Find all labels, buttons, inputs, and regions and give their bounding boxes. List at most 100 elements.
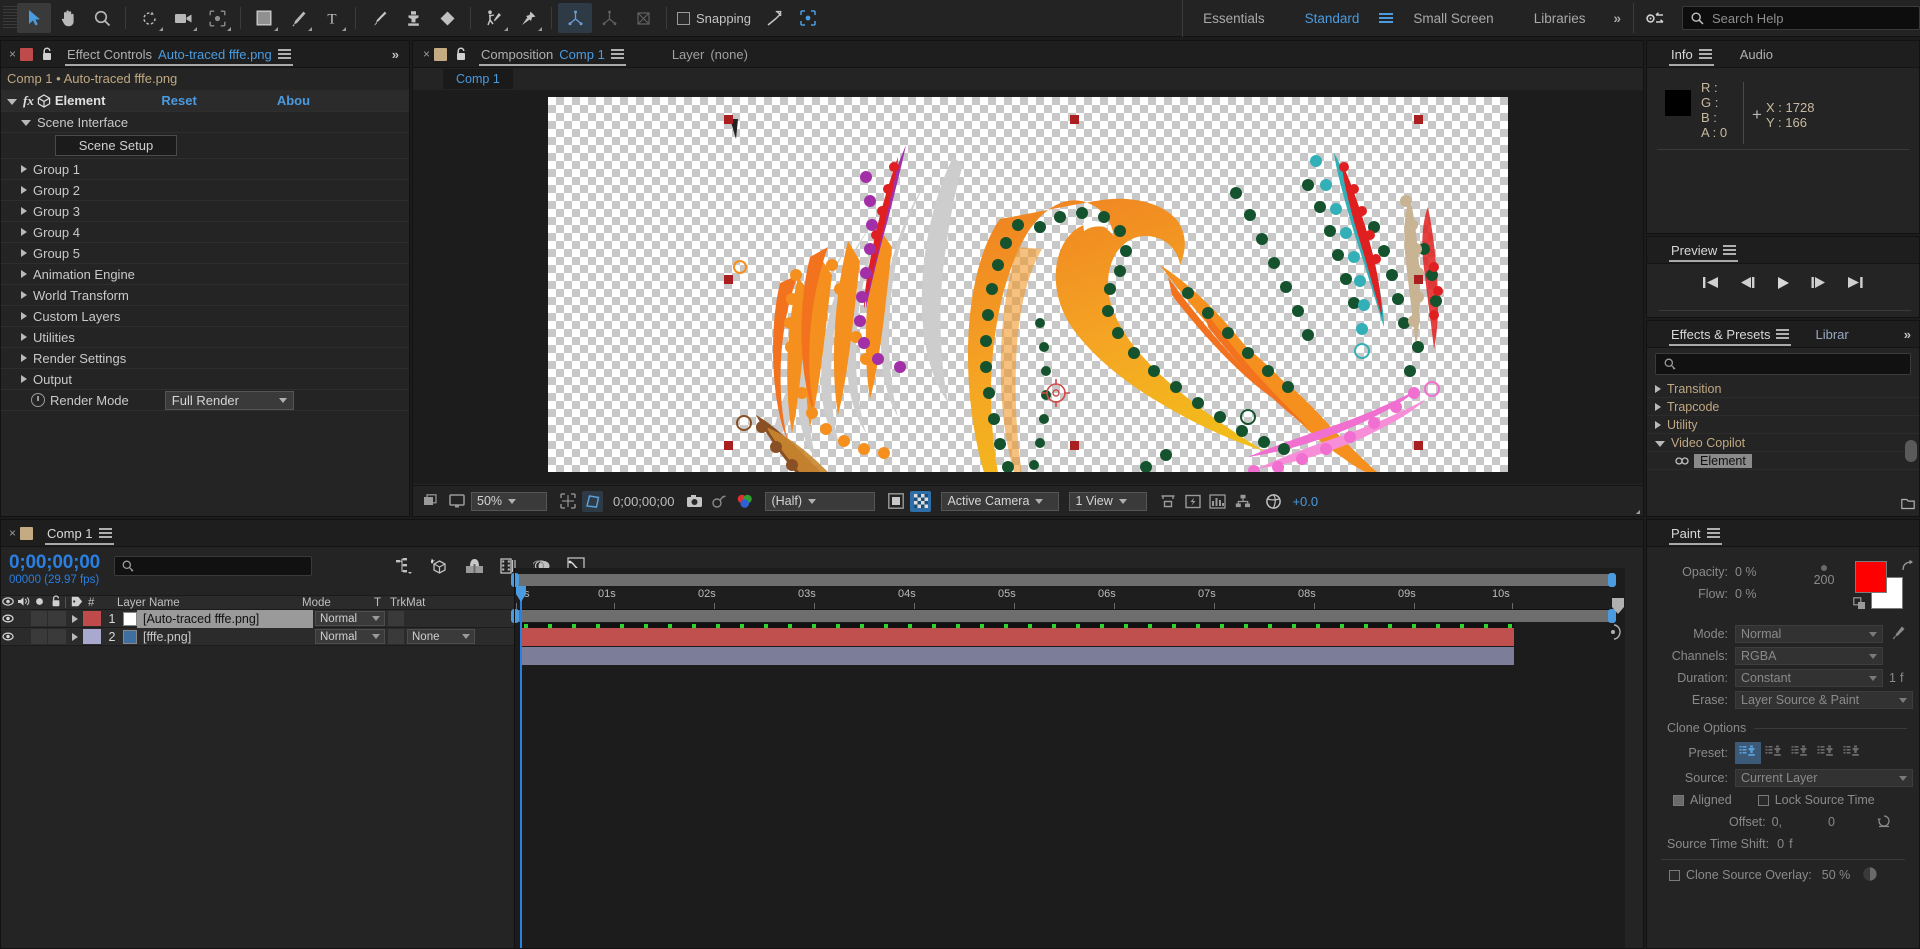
snap-bounds-icon[interactable] bbox=[791, 3, 825, 33]
table-row[interactable]: 2 [fffe.png] Normal None bbox=[1, 628, 514, 646]
previous-frame-button[interactable] bbox=[1739, 276, 1756, 293]
layer-trkmat-dropdown[interactable]: None bbox=[407, 629, 475, 644]
layer-video-toggle[interactable] bbox=[1, 612, 15, 626]
search-help-input[interactable]: Search Help bbox=[1682, 6, 1920, 30]
utilities-row[interactable]: Utilities bbox=[1, 327, 409, 348]
work-area-bar[interactable] bbox=[511, 609, 1616, 623]
layer-name[interactable]: [fffe.png] bbox=[137, 630, 313, 644]
disclosure-triangle-open-icon[interactable] bbox=[21, 120, 31, 126]
column-t[interactable]: T bbox=[374, 597, 390, 609]
always-preview-icon[interactable] bbox=[421, 491, 442, 512]
close-icon[interactable]: × bbox=[9, 47, 16, 61]
hand-tool[interactable] bbox=[51, 3, 85, 33]
clone-source-overlay-checkbox[interactable] bbox=[1669, 869, 1680, 881]
tab-timeline-comp[interactable]: Comp 1 bbox=[41, 520, 118, 547]
selection-handle[interactable] bbox=[1414, 441, 1423, 450]
hide-shy-layers-icon[interactable] bbox=[465, 558, 484, 577]
disclosure-triangle-icon[interactable] bbox=[1655, 384, 1661, 393]
disclosure-triangle-icon[interactable] bbox=[21, 228, 27, 236]
layer-preserve-transparency[interactable] bbox=[388, 629, 404, 644]
source-time-shift-value[interactable]: 0 bbox=[1777, 837, 1784, 851]
mode-dropdown[interactable]: Normal bbox=[1735, 625, 1883, 643]
timeline-graph-area[interactable]: 0s 01s 02s 03s 04s 05s 06s 07s 08s 09s bbox=[511, 568, 1625, 948]
duration-frames-value[interactable]: 1 bbox=[1889, 671, 1896, 685]
column-layer-name[interactable]: Layer Name bbox=[112, 597, 302, 609]
clone-source-overlay-value[interactable]: 50 % bbox=[1822, 868, 1851, 882]
layer-label-color[interactable] bbox=[83, 611, 101, 626]
view-count-dropdown[interactable]: 1 View bbox=[1069, 491, 1148, 511]
group-5-row[interactable]: Group 5 bbox=[1, 243, 409, 264]
resolution-dropdown[interactable]: (Half) bbox=[765, 491, 876, 511]
panel-menu-icon[interactable] bbox=[1706, 526, 1720, 541]
effects-category-trapcode[interactable]: Trapcode bbox=[1647, 398, 1919, 416]
clone-stamp-tool[interactable] bbox=[396, 3, 430, 33]
tab-info[interactable]: Info bbox=[1665, 41, 1718, 68]
channels-dropdown[interactable]: RGBA bbox=[1735, 647, 1883, 665]
output-row[interactable]: Output bbox=[1, 369, 409, 390]
pixel-aspect-correction-icon[interactable] bbox=[1157, 491, 1178, 512]
layer-video-toggle[interactable] bbox=[1, 630, 15, 644]
show-snapshot-icon[interactable] bbox=[709, 491, 730, 512]
puppet-pin-tool[interactable] bbox=[511, 3, 545, 33]
panel-menu-icon[interactable] bbox=[1723, 243, 1737, 258]
panel-menu-icon[interactable] bbox=[1776, 327, 1790, 342]
layer-duration-bar[interactable] bbox=[520, 647, 1514, 665]
timeline-ruler[interactable]: 0s 01s 02s 03s 04s 05s 06s 07s 08s 09s bbox=[514, 588, 1613, 610]
offset-x[interactable]: 0 bbox=[1772, 815, 1779, 829]
duration-dropdown[interactable]: Constant bbox=[1735, 669, 1883, 687]
clone-overlay-difference-icon[interactable] bbox=[1862, 866, 1878, 885]
monitor-icon[interactable] bbox=[446, 491, 467, 512]
selection-handle[interactable] bbox=[724, 115, 733, 124]
reset-link[interactable]: Reset bbox=[161, 93, 196, 108]
layer-solo-toggle[interactable] bbox=[31, 611, 47, 626]
effects-overflow-button[interactable]: » bbox=[1904, 327, 1919, 342]
zoom-tool[interactable] bbox=[85, 3, 119, 33]
clone-preset-4[interactable] bbox=[1813, 742, 1839, 764]
local-axis-mode-icon[interactable] bbox=[558, 3, 592, 33]
scene-interface-group[interactable]: Scene Interface bbox=[1, 112, 409, 133]
time-navigator-thumb[interactable] bbox=[1611, 598, 1625, 614]
toggle-transparency-grid-icon[interactable] bbox=[910, 490, 932, 512]
new-folder-icon[interactable] bbox=[1901, 498, 1915, 513]
clone-preset-2[interactable] bbox=[1761, 742, 1787, 764]
disclosure-triangle-open-icon[interactable] bbox=[7, 98, 17, 105]
selection-handle[interactable] bbox=[724, 275, 733, 284]
effects-search-input[interactable] bbox=[1655, 353, 1911, 375]
navigator-right-handle[interactable] bbox=[1608, 573, 1616, 587]
snapping-checkbox[interactable] bbox=[677, 11, 690, 25]
tab-audio[interactable]: Audio bbox=[1734, 41, 1779, 68]
transparency-grid-icon[interactable] bbox=[885, 491, 906, 512]
disclosure-triangle-icon[interactable] bbox=[21, 291, 27, 299]
brush-preview[interactable]: 200 bbox=[1799, 561, 1849, 587]
clone-preset-3[interactable] bbox=[1787, 742, 1813, 764]
composition-viewport[interactable] bbox=[413, 90, 1643, 484]
selection-handle[interactable] bbox=[1070, 115, 1079, 124]
layer-mode-dropdown[interactable]: Normal bbox=[315, 629, 385, 644]
reset-offset-icon[interactable] bbox=[1877, 814, 1891, 831]
effects-category-utility[interactable]: Utility bbox=[1647, 416, 1919, 434]
disclosure-triangle-open-icon[interactable] bbox=[1655, 440, 1665, 447]
source-dropdown[interactable]: Current Layer bbox=[1735, 769, 1913, 787]
layer-mode-dropdown[interactable]: Normal bbox=[315, 611, 385, 626]
effects-category-transition[interactable]: Transition bbox=[1647, 380, 1919, 398]
region-of-interest-icon[interactable] bbox=[557, 491, 1640, 514]
column-index[interactable]: # bbox=[88, 597, 112, 609]
draft-3d-icon[interactable] bbox=[430, 557, 449, 577]
close-icon[interactable]: × bbox=[9, 526, 16, 540]
layer-duration-bar[interactable] bbox=[520, 628, 1514, 646]
pan-behind-tool[interactable] bbox=[200, 3, 234, 33]
disclosure-triangle-icon[interactable] bbox=[21, 249, 27, 257]
tab-preview[interactable]: Preview bbox=[1665, 237, 1742, 264]
tab-libraries[interactable]: Librar bbox=[1809, 321, 1854, 348]
selection-handle[interactable] bbox=[1414, 115, 1423, 124]
layer-solo-toggle[interactable] bbox=[31, 629, 47, 644]
fast-previews-icon[interactable] bbox=[1182, 491, 1640, 514]
disclosure-triangle-icon[interactable] bbox=[21, 270, 27, 278]
layer-lock-toggle[interactable] bbox=[48, 611, 66, 626]
toolbar-grip[interactable] bbox=[3, 6, 17, 30]
playhead[interactable] bbox=[520, 586, 522, 948]
timeline-graph-icon[interactable] bbox=[1207, 491, 1228, 512]
disclosure-triangle-icon[interactable] bbox=[21, 207, 27, 215]
workspace-standard[interactable]: Standard bbox=[1285, 11, 1380, 26]
column-trkmat[interactable]: TrkMat bbox=[390, 597, 460, 609]
